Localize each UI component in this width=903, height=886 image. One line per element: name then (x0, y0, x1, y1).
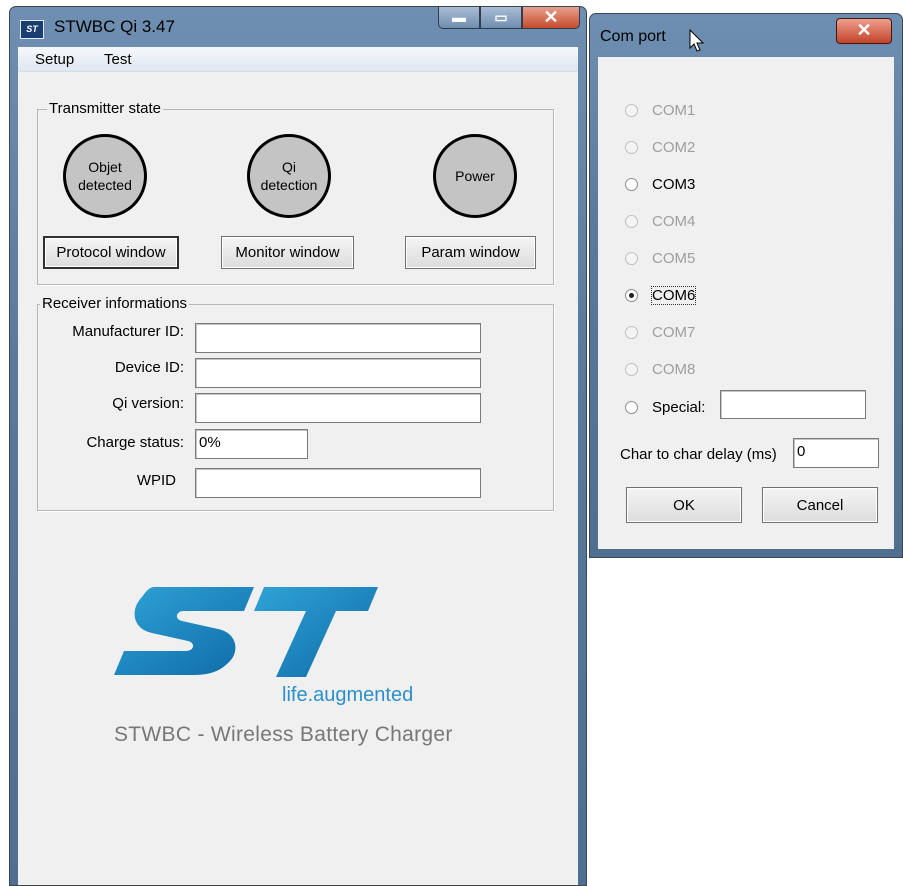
minimize-button[interactable]: ▬ (438, 7, 480, 29)
char-delay-field[interactable]: 0 (793, 438, 879, 468)
cancel-button[interactable]: Cancel (762, 487, 878, 523)
radio-com1[interactable]: COM1 (625, 100, 695, 120)
receiver-informations-label: Receiver informations (40, 295, 190, 313)
radio-label: COM1 (652, 101, 696, 119)
radio-com5[interactable]: COM5 (625, 248, 695, 268)
monitor-window-button[interactable]: Monitor window (221, 236, 354, 269)
radio-button[interactable] (625, 214, 638, 228)
object-detected-indicator: Objet detected (63, 134, 147, 218)
menu-test[interactable]: Test (104, 51, 132, 68)
transmitter-state-group: Transmitter state Objet detected Qi dete… (37, 100, 554, 285)
st-logo (114, 587, 378, 677)
radio-special[interactable]: Special: (625, 397, 705, 417)
power-indicator: Power (433, 134, 517, 218)
indicator-text: Qi (282, 159, 296, 175)
manufacturer-id-label: Manufacturer ID: (72, 323, 184, 340)
param-window-button[interactable]: Param window (405, 236, 536, 269)
indicator-text: Power (455, 168, 495, 184)
close-button[interactable]: ✕ (522, 7, 580, 29)
radio-com4[interactable]: COM4 (625, 211, 695, 231)
com-port-dialog: Com port ✕ COM1 COM2 COM3 COM4 COM5 COM6… (589, 13, 903, 558)
dialog-title-bar[interactable]: Com port ✕ (590, 14, 902, 54)
radio-button[interactable] (625, 362, 638, 376)
manufacturer-id-field[interactable] (195, 323, 481, 353)
radio-label: COM2 (652, 138, 696, 156)
ok-button[interactable]: OK (626, 487, 742, 523)
qi-detection-indicator: Qi detection (247, 134, 331, 218)
device-id-label: Device ID: (114, 359, 184, 376)
radio-label: COM6 (650, 285, 697, 305)
main-window-title: STWBC Qi 3.47 (54, 17, 175, 36)
radio-label: COM8 (652, 360, 696, 378)
mouse-cursor-icon (689, 29, 705, 52)
indicator-text: detected (78, 177, 132, 193)
main-window: ST STWBC Qi 3.47 ▬ ▭ ✕ Setup Test Transm… (9, 6, 587, 886)
brand-tagline: life.augmented (282, 684, 413, 707)
qi-version-label: Qi version: (112, 395, 184, 412)
tagline-prefix: life. (282, 684, 314, 706)
tagline-suffix: augmented (313, 684, 414, 706)
charge-status-label: Charge status: (86, 434, 184, 451)
qi-version-field[interactable] (195, 393, 481, 423)
st-logo-t (254, 587, 378, 677)
radio-com2[interactable]: COM2 (625, 137, 695, 157)
caption-buttons: ▬ ▭ ✕ (438, 7, 580, 29)
device-id-field[interactable] (195, 358, 481, 388)
radio-com7[interactable]: COM7 (625, 322, 695, 342)
radio-label: COM4 (652, 212, 696, 230)
menu-setup[interactable]: Setup (35, 51, 74, 68)
maximize-button[interactable]: ▭ (480, 7, 522, 29)
dialog-client-area: COM1 COM2 COM3 COM4 COM5 COM6 COM7 COM8 … (598, 57, 894, 549)
radio-label: COM5 (652, 249, 696, 267)
radio-label: COM7 (652, 323, 696, 341)
dialog-title: Com port (600, 28, 666, 45)
radio-button[interactable] (625, 140, 638, 154)
radio-button[interactable] (625, 177, 638, 191)
charge-status-field[interactable]: 0% (195, 429, 308, 459)
indicator-text: Objet (88, 159, 122, 175)
radio-com8[interactable]: COM8 (625, 359, 695, 379)
wpid-field[interactable] (195, 468, 481, 498)
radio-button[interactable] (625, 103, 638, 117)
radio-label: Special: (652, 398, 706, 416)
radio-com3[interactable]: COM3 (625, 174, 695, 194)
radio-com6[interactable]: COM6 (625, 285, 697, 305)
radio-button[interactable] (625, 325, 638, 339)
receiver-informations-group: Receiver informations Manufacturer ID: D… (37, 295, 554, 511)
radio-label: COM3 (652, 175, 696, 193)
indicator-text: detection (260, 177, 318, 193)
radio-button-selected[interactable] (625, 288, 638, 302)
radio-button[interactable] (625, 400, 638, 414)
menu-bar: Setup Test (18, 47, 578, 72)
st-app-icon: ST (20, 20, 44, 39)
st-logo-s (114, 587, 254, 675)
radio-button[interactable] (625, 251, 638, 265)
special-port-field[interactable] (720, 390, 866, 419)
product-name: STWBC - Wireless Battery Charger (114, 723, 453, 746)
transmitter-state-label: Transmitter state (47, 100, 163, 118)
main-title-bar[interactable]: ST STWBC Qi 3.47 ▬ ▭ ✕ (10, 7, 586, 47)
main-client-area: Setup Test Transmitter state Objet detec… (18, 47, 578, 885)
char-delay-label: Char to char delay (ms) (620, 446, 777, 463)
dialog-close-button[interactable]: ✕ (836, 18, 892, 44)
protocol-window-button[interactable]: Protocol window (43, 236, 179, 269)
wpid-label: WPID (136, 472, 176, 489)
